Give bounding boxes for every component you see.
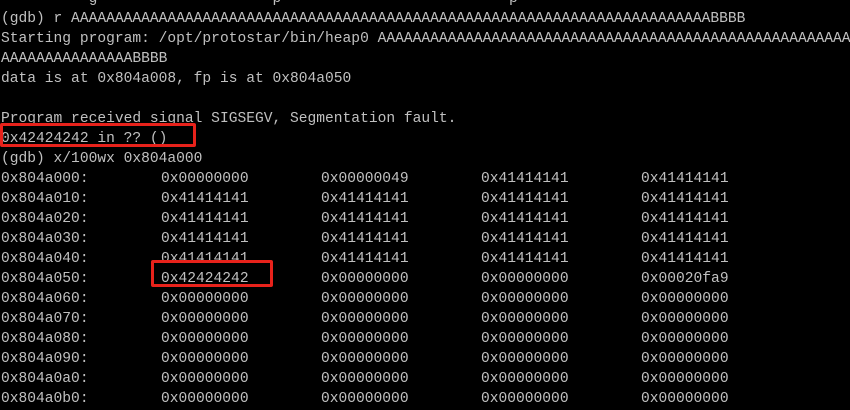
memory-word-3: 0x41414141 xyxy=(641,251,729,267)
memory-word-0: 0x41414141 xyxy=(161,231,249,247)
memory-word-0: 0x00000000 xyxy=(161,351,249,367)
memory-word-2: 0x41414141 xyxy=(481,171,569,187)
terminal-line-examine-command: (gdb) x/100wx 0x804a000 xyxy=(1,151,203,167)
memory-row: 0x804a080: 0x00000000 0x00000000 0x00000000… xyxy=(0,329,850,349)
memory-address: 0x804a050: xyxy=(1,271,89,287)
memory-word-3: 0x00000000 xyxy=(641,391,729,407)
memory-row: 0x804a070: 0x00000000 0x00000000 0x00000000… xyxy=(0,309,850,329)
memory-word-0: 0x00000000 xyxy=(161,291,249,307)
memory-word-3: 0x41414141 xyxy=(641,171,729,187)
terminal-line-data-fp: data is at 0x804a008, fp is at 0x804a050 xyxy=(1,71,352,87)
memory-address: 0x804a080: xyxy=(1,331,89,347)
memory-word-1: 0x00000000 xyxy=(321,271,409,287)
memory-word-1: 0x00000000 xyxy=(321,291,409,307)
terminal-line-starting-program-wrap: AAAAAAAAAAAAAAABBBB xyxy=(1,51,168,67)
memory-address: 0x804a020: xyxy=(1,211,89,227)
memory-word-2: 0x00000000 xyxy=(481,391,569,407)
overwritten-fp-highlight-box xyxy=(151,260,273,287)
memory-word-1: 0x41414141 xyxy=(321,191,409,207)
memory-word-3: 0x00000000 xyxy=(641,351,729,367)
memory-word-0: 0x00000000 xyxy=(161,171,249,187)
memory-word-2: 0x00000000 xyxy=(481,351,569,367)
terminal-line-partial: g p p xyxy=(1,0,518,9)
memory-word-2: 0x00000000 xyxy=(481,331,569,347)
memory-word-2: 0x41414141 xyxy=(481,231,569,247)
memory-row: 0x804a0b0: 0x00000000 0x00000000 0x00000000… xyxy=(0,389,850,409)
memory-word-0: 0x00000000 xyxy=(161,371,249,387)
memory-word-3: 0x00000000 xyxy=(641,371,729,387)
memory-address: 0x804a040: xyxy=(1,251,89,267)
memory-row: 0x804a0a0: 0x00000000 0x00000000 0x00000000… xyxy=(0,369,850,389)
memory-address: 0x804a070: xyxy=(1,311,89,327)
memory-word-2: 0x00000000 xyxy=(481,271,569,287)
memory-word-2: 0x00000000 xyxy=(481,291,569,307)
memory-row: 0x804a060: 0x00000000 0x00000000 0x00000000… xyxy=(0,289,850,309)
memory-word-0: 0x00000000 xyxy=(161,391,249,407)
memory-word-1: 0x00000049 xyxy=(321,171,409,187)
memory-word-1: 0x00000000 xyxy=(321,311,409,327)
memory-word-2: 0x00000000 xyxy=(481,371,569,387)
memory-word-1: 0x41414141 xyxy=(321,211,409,227)
memory-word-3: 0x41414141 xyxy=(641,211,729,227)
memory-address: 0x804a090: xyxy=(1,351,89,367)
memory-word-2: 0x41414141 xyxy=(481,251,569,267)
memory-address: 0x804a0b0: xyxy=(1,391,89,407)
memory-word-3: 0x00000000 xyxy=(641,311,729,327)
crash-address-highlight-box xyxy=(0,123,196,147)
gdb-terminal[interactable]: g p p (gdb) r AAAAAAAAAAAAAAAAAAAAAAAAAA… xyxy=(0,0,850,410)
memory-row: 0x804a030: 0x41414141 0x41414141 0x41414141… xyxy=(0,229,850,249)
memory-word-1: 0x41414141 xyxy=(321,231,409,247)
memory-word-2: 0x41414141 xyxy=(481,191,569,207)
terminal-line-starting-program: Starting program: /opt/protostar/bin/hea… xyxy=(1,31,850,47)
memory-word-1: 0x00000000 xyxy=(321,351,409,367)
memory-word-3: 0x00000000 xyxy=(641,291,729,307)
memory-word-3: 0x41414141 xyxy=(641,231,729,247)
memory-word-1: 0x00000000 xyxy=(321,371,409,387)
memory-row: 0x804a040: 0x41414141 0x41414141 0x41414141… xyxy=(0,249,850,269)
memory-row: 0x804a050: 0x42424242 0x00000000 0x00000000… xyxy=(0,269,850,289)
memory-word-1: 0x41414141 xyxy=(321,251,409,267)
memory-word-3: 0x00000000 xyxy=(641,331,729,347)
memory-row: 0x804a010: 0x41414141 0x41414141 0x41414141… xyxy=(0,189,850,209)
memory-word-3: 0x41414141 xyxy=(641,191,729,207)
memory-word-2: 0x00000000 xyxy=(481,311,569,327)
memory-address: 0x804a010: xyxy=(1,191,89,207)
memory-address: 0x804a030: xyxy=(1,231,89,247)
memory-word-0: 0x00000000 xyxy=(161,331,249,347)
memory-address: 0x804a000: xyxy=(1,171,89,187)
memory-address: 0x804a0a0: xyxy=(1,371,89,387)
memory-word-3: 0x00020fa9 xyxy=(641,271,729,287)
terminal-line-run-command: (gdb) r AAAAAAAAAAAAAAAAAAAAAAAAAAAAAAAA… xyxy=(1,11,746,27)
memory-word-1: 0x00000000 xyxy=(321,331,409,347)
memory-row: 0x804a000: 0x00000000 0x00000049 0x41414141… xyxy=(0,169,850,189)
memory-word-0: 0x00000000 xyxy=(161,311,249,327)
memory-row: 0x804a020: 0x41414141 0x41414141 0x41414141… xyxy=(0,209,850,229)
memory-word-0: 0x41414141 xyxy=(161,191,249,207)
memory-word-1: 0x00000000 xyxy=(321,391,409,407)
memory-word-0: 0x41414141 xyxy=(161,211,249,227)
memory-address: 0x804a060: xyxy=(1,291,89,307)
memory-word-2: 0x41414141 xyxy=(481,211,569,227)
memory-row: 0x804a090: 0x00000000 0x00000000 0x00000000… xyxy=(0,349,850,369)
